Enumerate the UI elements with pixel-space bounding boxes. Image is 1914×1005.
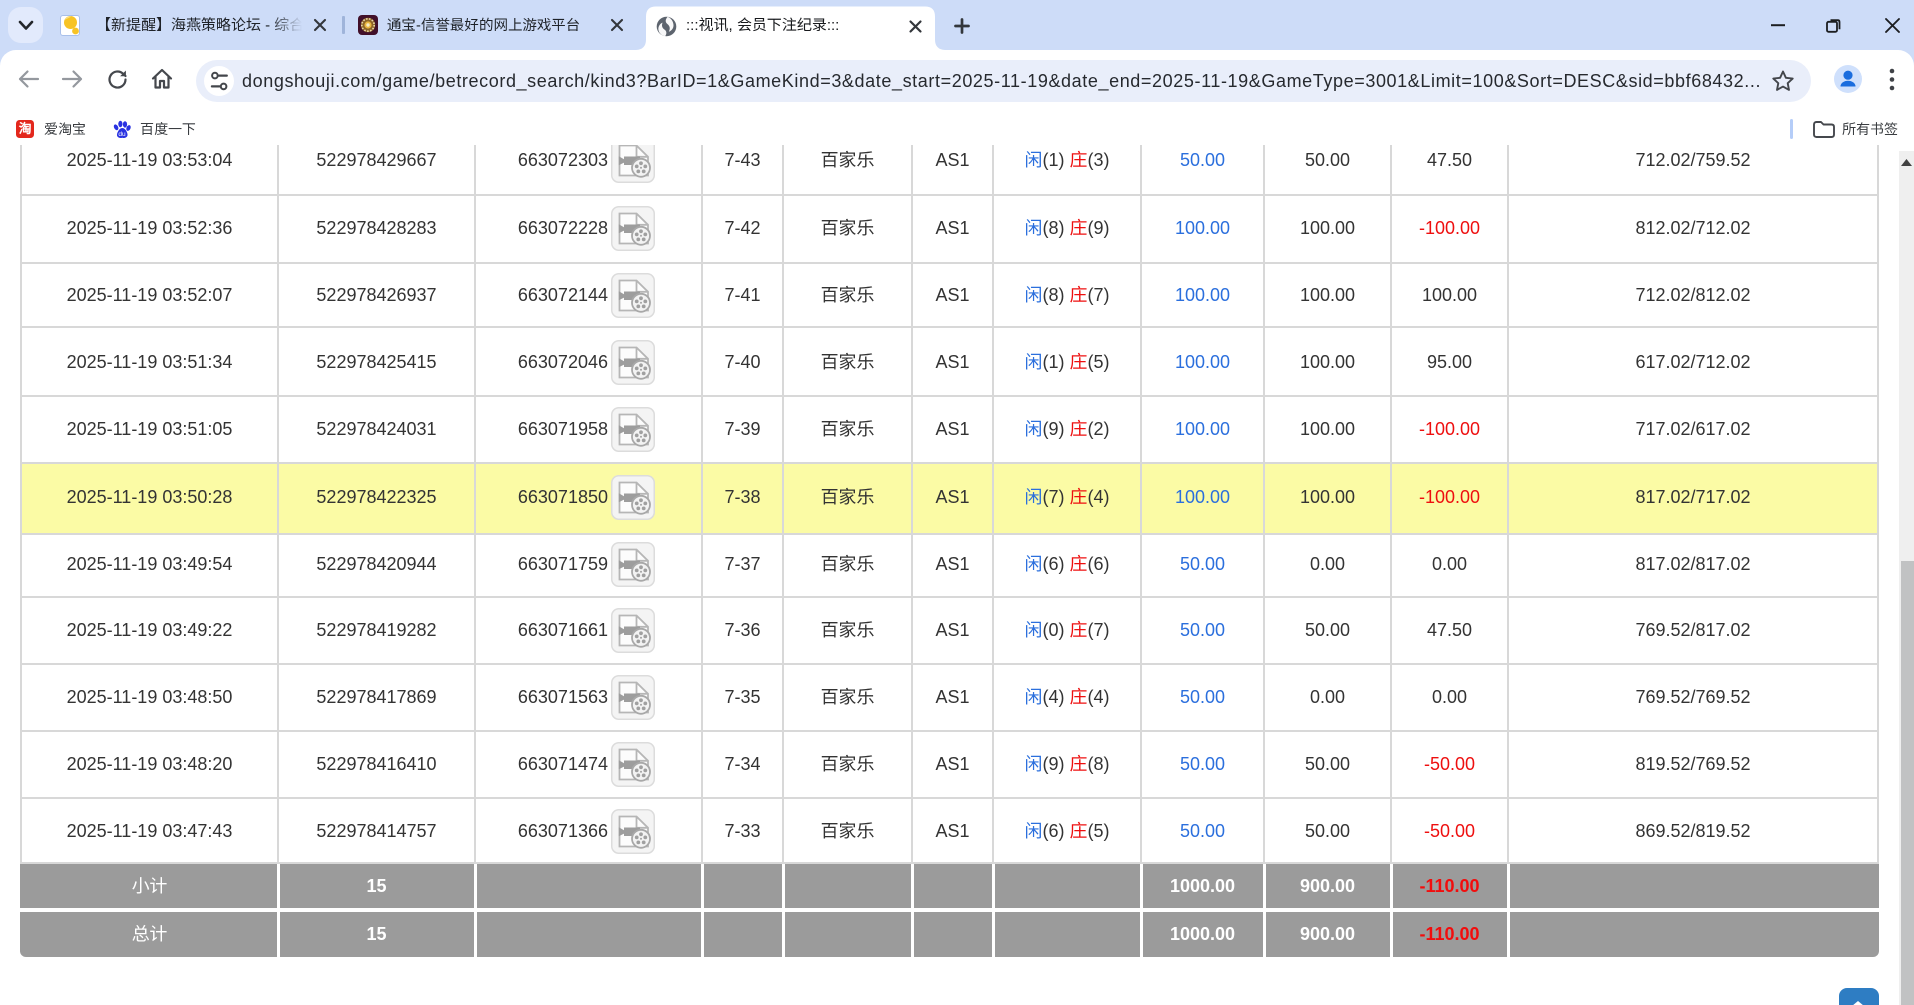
svg-text:du: du [118,131,126,138]
